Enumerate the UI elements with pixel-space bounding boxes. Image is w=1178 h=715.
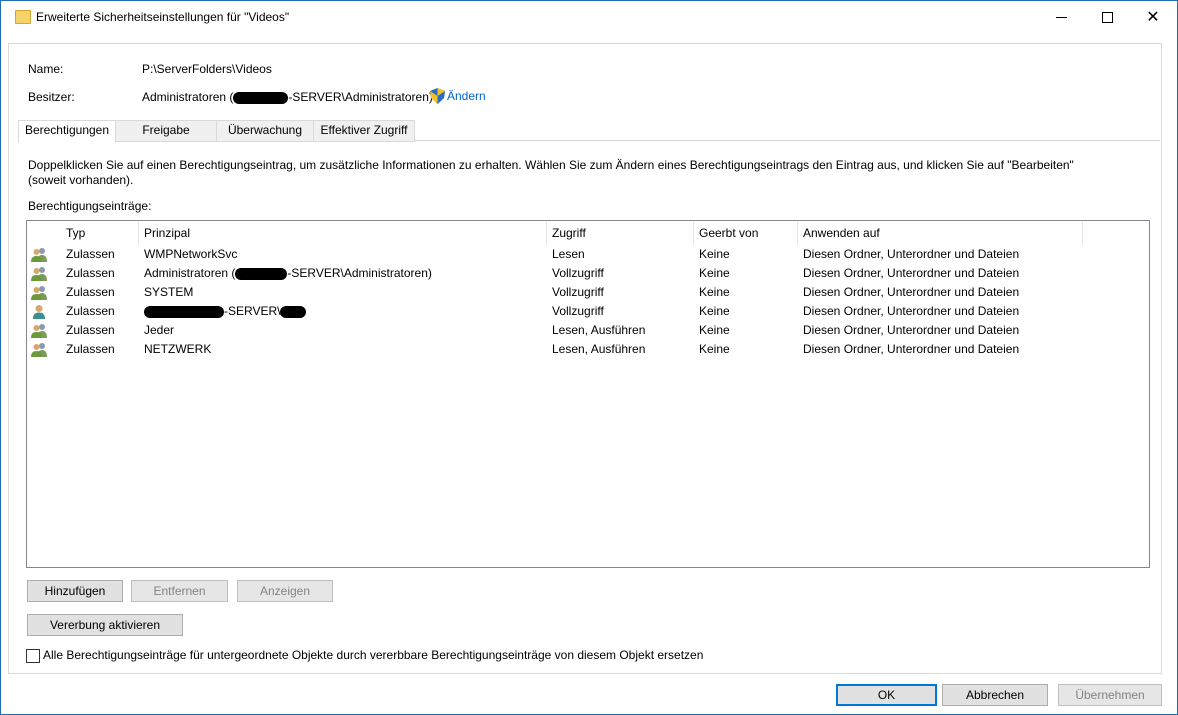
group-icon — [31, 248, 47, 262]
cell-zugriff: Lesen, Ausführen — [552, 342, 646, 356]
uac-shield-icon — [430, 88, 445, 104]
column-separator[interactable] — [797, 221, 798, 245]
cell-zugriff: Vollzugriff — [552, 304, 604, 318]
add-button[interactable]: Hinzufügen — [27, 580, 123, 602]
ok-button[interactable]: OK — [836, 684, 937, 706]
close-icon: ✕ — [1146, 9, 1160, 26]
cell-prinzipal: -SERVER\ — [144, 302, 307, 321]
column-separator[interactable] — [1082, 221, 1083, 245]
redaction — [233, 91, 289, 104]
redaction — [144, 305, 224, 318]
column-header-geerbt[interactable]: Geerbt von — [699, 221, 758, 245]
cell-geerbt: Keine — [699, 285, 730, 299]
group-icon — [31, 324, 47, 338]
cell-geerbt: Keine — [699, 304, 730, 318]
cell-anwenden: Diesen Ordner, Unterordner und Dateien — [803, 247, 1020, 261]
folder-icon — [15, 10, 31, 24]
column-separator[interactable] — [693, 221, 694, 245]
owner-prefix: Administratoren ( — [142, 90, 234, 104]
apply-button[interactable]: Übernehmen — [1058, 684, 1162, 706]
cell-anwenden: Diesen Ordner, Unterordner und Dateien — [803, 323, 1020, 337]
name-label: Name: — [28, 62, 64, 76]
cell-geerbt: Keine — [699, 342, 730, 356]
group-icon — [31, 286, 47, 300]
cell-geerbt: Keine — [699, 266, 730, 280]
group-icon — [31, 267, 47, 281]
table-row[interactable]: Zulassen NETZWERK Lesen, Ausführen Keine… — [27, 340, 1147, 359]
redaction — [280, 305, 307, 318]
column-separator[interactable] — [546, 221, 547, 245]
table-row[interactable]: Zulassen WMPNetworkSvc Lesen Keine Diese… — [27, 245, 1147, 264]
window-title: Erweiterte Sicherheitseinstellungen für … — [36, 10, 290, 24]
cell-anwenden: Diesen Ordner, Unterordner und Dateien — [803, 285, 1020, 299]
name-value: P:\ServerFolders\Videos — [142, 62, 272, 76]
cell-typ: Zulassen — [66, 247, 115, 261]
cell-zugriff: Lesen, Ausführen — [552, 323, 646, 337]
prinzipal-suffix: -SERVER\ — [224, 304, 281, 318]
group-icon — [31, 343, 47, 357]
prinzipal-prefix: Administratoren ( — [144, 266, 236, 280]
cell-geerbt: Keine — [699, 247, 730, 261]
cell-prinzipal: WMPNetworkSvc — [144, 247, 238, 261]
maximize-icon — [1101, 11, 1113, 23]
enable-inheritance-button[interactable]: Vererbung aktivieren — [27, 614, 183, 636]
tab-freigabe[interactable]: Freigabe — [115, 120, 217, 142]
view-button[interactable]: Anzeigen — [237, 580, 333, 602]
cell-zugriff: Lesen — [552, 247, 585, 261]
replace-child-permissions-checkbox[interactable] — [26, 649, 40, 663]
cell-zugriff: Vollzugriff — [552, 266, 604, 280]
maximize-button[interactable] — [1084, 1, 1130, 33]
column-header-anwenden[interactable]: Anwenden auf — [803, 221, 880, 245]
tab-ueberwachung[interactable]: Überwachung — [216, 120, 314, 142]
permission-entries-list[interactable]: Typ Prinzipal Zugriff Geerbt von Anwende… — [26, 220, 1150, 568]
minimize-icon — [1055, 16, 1067, 18]
cell-typ: Zulassen — [66, 323, 115, 337]
tab-effektiver-zugriff[interactable]: Effektiver Zugriff — [313, 120, 415, 142]
column-header-zugriff[interactable]: Zugriff — [552, 221, 586, 245]
table-row[interactable]: Zulassen -SERVER\ Vollzugriff Keine Dies… — [27, 302, 1147, 321]
cell-zugriff: Vollzugriff — [552, 285, 604, 299]
minimize-button[interactable] — [1038, 1, 1084, 33]
cell-prinzipal: Jeder — [144, 323, 175, 337]
cell-typ: Zulassen — [66, 266, 115, 280]
owner-label: Besitzer: — [28, 90, 75, 104]
cell-anwenden: Diesen Ordner, Unterordner und Dateien — [803, 342, 1020, 356]
table-row[interactable]: Zulassen SYSTEM Vollzugriff Keine Diesen… — [27, 283, 1147, 302]
owner-suffix: -SERVER\Administratoren) — [288, 90, 433, 104]
column-separator[interactable] — [138, 221, 139, 245]
redaction — [235, 267, 288, 280]
remove-button[interactable]: Entfernen — [131, 580, 228, 602]
cell-anwenden: Diesen Ordner, Unterordner und Dateien — [803, 266, 1020, 280]
prinzipal-suffix: -SERVER\Administratoren) — [287, 266, 432, 280]
cell-typ: Zulassen — [66, 342, 115, 356]
cell-prinzipal: NETZWERK — [144, 342, 212, 356]
cell-geerbt: Keine — [699, 323, 730, 337]
description-text: Doppelklicken Sie auf einen Berechtigung… — [28, 158, 1074, 187]
replace-child-permissions-label[interactable]: Alle Berechtigungseinträge für untergeor… — [43, 648, 703, 662]
table-row[interactable]: Zulassen Administratoren ( -SERVER\Admini… — [27, 264, 1147, 283]
tab-berechtigungen[interactable]: Berechtigungen — [18, 120, 116, 143]
cancel-button[interactable]: Abbrechen — [942, 684, 1048, 706]
change-owner-link[interactable]: Ändern — [447, 89, 486, 103]
title-bar[interactable]: Erweiterte Sicherheitseinstellungen für … — [1, 1, 1177, 33]
table-row[interactable]: Zulassen Jeder Lesen, Ausführen Keine Di… — [27, 321, 1147, 340]
cell-prinzipal: SYSTEM — [144, 285, 194, 299]
column-header-typ[interactable]: Typ — [66, 221, 85, 245]
owner-value: Administratoren ( -SERVER\Administratoren… — [142, 90, 433, 104]
close-button[interactable]: ✕ — [1130, 1, 1176, 33]
cell-prinzipal: Administratoren ( -SERVER\Administratoren… — [144, 264, 432, 283]
user-icon — [33, 305, 45, 319]
cell-anwenden: Diesen Ordner, Unterordner und Dateien — [803, 304, 1020, 318]
cell-typ: Zulassen — [66, 304, 115, 318]
column-header-prinzipal[interactable]: Prinzipal — [144, 221, 190, 245]
entries-label: Berechtigungseinträge: — [28, 199, 152, 213]
cell-typ: Zulassen — [66, 285, 115, 299]
